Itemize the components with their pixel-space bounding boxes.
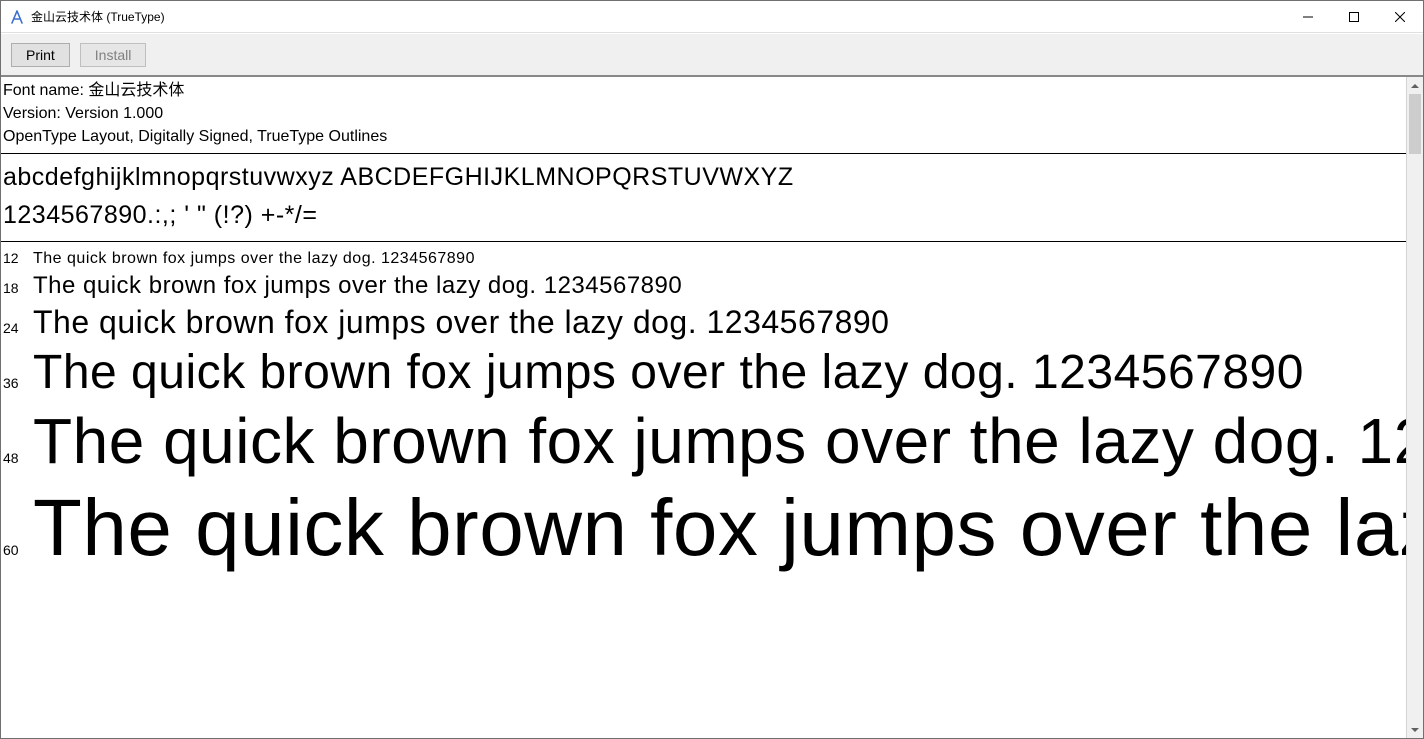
sample-row: 48 The quick brown fox jumps over the la… — [1, 402, 1406, 480]
sample-row: 18 The quick brown fox jumps over the la… — [1, 270, 1406, 302]
sample-size-label: 18 — [1, 280, 27, 296]
sample-size-label: 24 — [1, 320, 27, 336]
close-button[interactable] — [1377, 1, 1423, 33]
sample-text-list: 12 The quick brown fox jumps over the la… — [1, 242, 1406, 576]
sample-row: 36 The quick brown fox jumps over the la… — [1, 343, 1406, 402]
titlebar[interactable]: 金山云技术体 (TrueType) — [1, 1, 1423, 33]
content-wrap: Font name: 金山云技术体 Version: Version 1.000… — [1, 77, 1423, 738]
print-button[interactable]: Print — [11, 43, 70, 67]
sample-text: The quick brown fox jumps over the lazy … — [27, 482, 1406, 574]
sample-text: The quick brown fox jumps over the lazy … — [27, 404, 1406, 478]
minimize-button[interactable] — [1285, 1, 1331, 33]
sample-size-label: 48 — [1, 450, 27, 466]
glyphs-symbols: 1234567890.:,; ' " (!?) +-*/= — [3, 196, 1404, 235]
scroll-down-button[interactable] — [1407, 721, 1423, 738]
sample-size-label: 60 — [1, 542, 27, 558]
sample-row: 12 The quick brown fox jumps over the la… — [1, 248, 1406, 270]
toolbar: Print Install — [1, 33, 1423, 77]
sample-size-label: 36 — [1, 375, 27, 391]
scroll-track[interactable] — [1407, 94, 1423, 721]
font-name-line: Font name: 金山云技术体 — [3, 79, 1404, 102]
vertical-scrollbar[interactable] — [1406, 77, 1423, 738]
font-metadata: Font name: 金山云技术体 Version: Version 1.000… — [1, 77, 1406, 154]
sample-text: The quick brown fox jumps over the lazy … — [27, 345, 1304, 400]
sample-text: The quick brown fox jumps over the lazy … — [27, 272, 682, 300]
glyph-repertoire: abcdefghijklmnopqrstuvwxyz ABCDEFGHIJKLM… — [1, 154, 1406, 243]
content-area: Font name: 金山云技术体 Version: Version 1.000… — [1, 77, 1406, 738]
sample-text: The quick brown fox jumps over the lazy … — [27, 304, 889, 341]
sample-size-label: 12 — [1, 250, 27, 266]
sample-text: The quick brown fox jumps over the lazy … — [27, 250, 475, 268]
sample-row: 24 The quick brown fox jumps over the la… — [1, 302, 1406, 343]
font-viewer-window: 金山云技术体 (TrueType) Print Install Font nam… — [0, 0, 1424, 739]
app-icon — [9, 9, 25, 25]
font-features-line: OpenType Layout, Digitally Signed, TrueT… — [3, 125, 1404, 148]
font-version-line: Version: Version 1.000 — [3, 102, 1404, 125]
scroll-thumb[interactable] — [1409, 94, 1421, 154]
install-button: Install — [80, 43, 147, 67]
scroll-up-button[interactable] — [1407, 77, 1423, 94]
sample-row: 60 The quick brown fox jumps over the la… — [1, 480, 1406, 576]
glyphs-alpha: abcdefghijklmnopqrstuvwxyz ABCDEFGHIJKLM… — [3, 158, 1404, 197]
window-title: 金山云技术体 (TrueType) — [31, 8, 165, 25]
maximize-button[interactable] — [1331, 1, 1377, 33]
